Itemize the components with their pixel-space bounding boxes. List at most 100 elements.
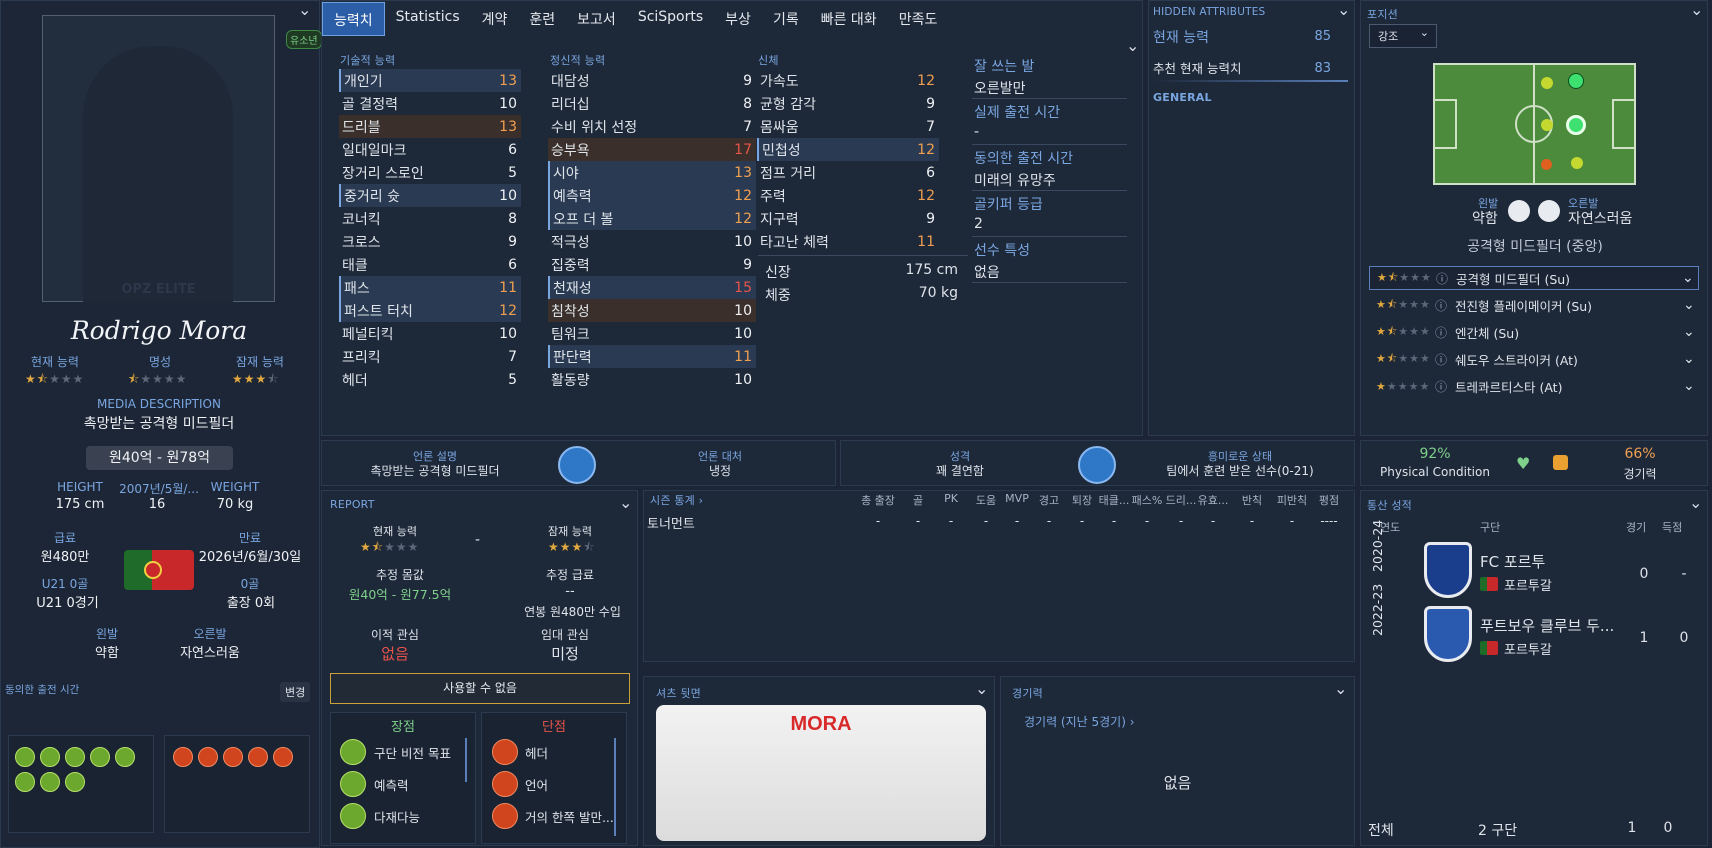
shirt-title: 셔츠 뒷면 xyxy=(656,687,701,700)
info-icon[interactable]: ⓘ xyxy=(1435,297,1455,314)
info-value: 오른발만 xyxy=(974,81,1026,97)
hidden-recommended-value: 83 xyxy=(1314,61,1331,76)
weakness-icon xyxy=(273,747,293,767)
form-last5-link[interactable]: 경기력 (지난 5경기) › xyxy=(1024,713,1135,730)
attribute-name: 판단력 xyxy=(553,349,592,366)
attribute-row: 골 결정력 10 xyxy=(339,92,521,115)
role-stars: ★★★★★ xyxy=(1376,379,1431,393)
stat-column-header[interactable]: 유효... xyxy=(1191,492,1235,508)
chevron-down-icon: ⌄ xyxy=(1419,26,1429,39)
attribute-divider xyxy=(758,255,968,256)
unavailable-button[interactable]: 사용할 수 없음 xyxy=(330,673,630,704)
attribute-value: 9 xyxy=(926,95,935,112)
tab-attributes[interactable]: 능력치 xyxy=(322,2,385,36)
attribute-name: 퍼스트 터치 xyxy=(344,303,413,320)
technical-header: 기술적 능력 xyxy=(340,54,396,67)
position-dot xyxy=(1541,159,1552,170)
tab-history[interactable]: 기록 xyxy=(762,2,810,36)
role-item[interactable]: ★⯪★★★ ⓘ 쉐도우 스트라이커 (At) ⌄ xyxy=(1369,347,1699,371)
attribute-row: 대담성 9 xyxy=(548,69,756,92)
chevron-down-icon[interactable]: ⌄ xyxy=(1683,324,1699,340)
tab-satisfaction[interactable]: 만족도 xyxy=(888,2,949,36)
mental-header: 정신적 능력 xyxy=(550,54,606,67)
tab-scisports[interactable]: SciSports xyxy=(627,2,714,36)
stat-cell: ---- xyxy=(1320,514,1338,528)
strengths-scrollbar[interactable] xyxy=(465,738,467,782)
tab-bar: 능력치 Statistics 계약 훈련 보고서 SciSports 부상 기록… xyxy=(322,2,948,38)
tab-reports[interactable]: 보고서 xyxy=(566,2,627,36)
agreed-playtime-label: 동의한 출전 시간 xyxy=(5,684,80,696)
potential-ability-stars: ★★★⯪ xyxy=(232,372,280,386)
attribute-value: 12 xyxy=(917,72,935,89)
trait-icon xyxy=(40,772,60,792)
info-value: 없음 xyxy=(974,265,1000,281)
club-name[interactable]: 푸트보우 클루브 두... xyxy=(1480,615,1614,636)
season-stats-title[interactable]: 시즌 통계 › xyxy=(650,492,703,508)
info-label: 실제 출전 시간 xyxy=(974,105,1061,121)
role-item[interactable]: ★⯪★★★ ⓘ 전진형 플레이메이커 (Su) ⌄ xyxy=(1369,293,1699,317)
attribute-row: 침착성 10 xyxy=(548,299,756,322)
estimated-value-label: 추정 몸값 xyxy=(376,568,424,582)
physical-condition-label: Physical Condition xyxy=(1380,465,1490,479)
info-label: 골키퍼 등급 xyxy=(974,197,1043,213)
chevron-down-icon[interactable]: ⌄ xyxy=(1683,297,1699,313)
attribute-value: 11 xyxy=(734,348,752,365)
estimated-value: 원40억 - 원77.5억 xyxy=(348,587,452,602)
role-name: 공격형 미드필더 (Su) xyxy=(1456,271,1571,287)
attribute-name: 점프 거리 xyxy=(760,165,816,182)
reputation-stars: ⯪★★★★ xyxy=(128,372,188,386)
weaknesses-scrollbar[interactable] xyxy=(614,738,616,836)
role-item[interactable]: ★⯪★★★ ⓘ 엔간체 (Su) ⌄ xyxy=(1369,320,1699,344)
personality-value: 꽤 결연함 xyxy=(936,464,984,478)
attribute-value: 17 xyxy=(734,141,752,158)
tab-quick-chat[interactable]: 빠른 대화 xyxy=(810,2,888,36)
info-icon[interactable]: ⓘ xyxy=(1435,378,1455,395)
club-name[interactable]: FC 포르투 xyxy=(1480,551,1545,572)
chevron-down-icon[interactable]: ⌄ xyxy=(1683,378,1699,394)
attribute-value: 9 xyxy=(508,233,517,250)
attribute-value: 9 xyxy=(743,256,752,273)
attribute-value: 13 xyxy=(734,164,752,181)
attribute-row: 활동량 10 xyxy=(548,368,756,391)
hidden-current-label: 현재 능력 xyxy=(1153,30,1209,46)
attribute-row: 균형 감각 9 xyxy=(757,92,939,115)
attribute-row: 지구력 9 xyxy=(757,207,939,230)
tab-contract[interactable]: 계약 xyxy=(471,2,519,36)
position-dot-selected xyxy=(1566,115,1586,135)
age-value: 16 xyxy=(148,497,166,512)
info-value: 2 xyxy=(974,216,983,232)
weakness-icon xyxy=(173,747,193,767)
role-stars: ★⯪★★★ xyxy=(1376,324,1431,338)
reputation-label: 명성 xyxy=(148,355,172,369)
career-total-clubs: 2 구단 xyxy=(1478,823,1518,839)
stat-column-header[interactable]: 반칙 xyxy=(1230,492,1274,508)
attribute-row: 수비 위치 선정 7 xyxy=(548,115,756,138)
attribute-value: 15 xyxy=(734,279,752,296)
change-button[interactable]: 변경 xyxy=(280,682,311,702)
info-icon[interactable]: ⓘ xyxy=(1436,270,1456,287)
role-item[interactable]: ★★★★★ ⓘ 트레콰르티스타 (At) ⌄ xyxy=(1369,374,1699,398)
chevron-down-icon[interactable]: ⌄ xyxy=(1683,351,1699,367)
stat-column-header[interactable]: 평점 xyxy=(1307,492,1351,508)
attribute-name: 코너킥 xyxy=(342,211,381,228)
info-icon[interactable]: ⓘ xyxy=(1435,351,1455,368)
report-current-stars: ★⯪★★★ xyxy=(360,540,420,554)
media-description-label: MEDIA DESCRIPTION xyxy=(97,397,221,411)
tab-injuries[interactable]: 부상 xyxy=(714,2,762,36)
attribute-value: 10 xyxy=(734,371,752,388)
silhouette-image xyxy=(83,46,233,303)
highlight-select[interactable]: 강조 ⌄ xyxy=(1369,24,1437,48)
shirt-back-image: MORA xyxy=(656,705,986,841)
attribute-row: 팀워크 10 xyxy=(548,322,756,345)
chevron-down-icon[interactable]: ⌄ xyxy=(1682,270,1698,286)
attribute-value: 5 xyxy=(508,164,517,181)
attribute-value: 12 xyxy=(917,187,935,204)
stat-column-header[interactable]: 총 출장 xyxy=(856,492,900,508)
attribute-name: 적극성 xyxy=(551,234,590,251)
career-total-label: 전체 xyxy=(1368,823,1394,839)
role-item[interactable]: ★⯪★★★ ⓘ 공격형 미드필더 (Su) ⌄ xyxy=(1369,266,1699,290)
tab-statistics[interactable]: Statistics xyxy=(385,2,471,36)
info-icon[interactable]: ⓘ xyxy=(1435,324,1455,341)
right-foot-pos-value: 자연스러움 xyxy=(1568,211,1633,227)
tab-training[interactable]: 훈련 xyxy=(518,2,566,36)
